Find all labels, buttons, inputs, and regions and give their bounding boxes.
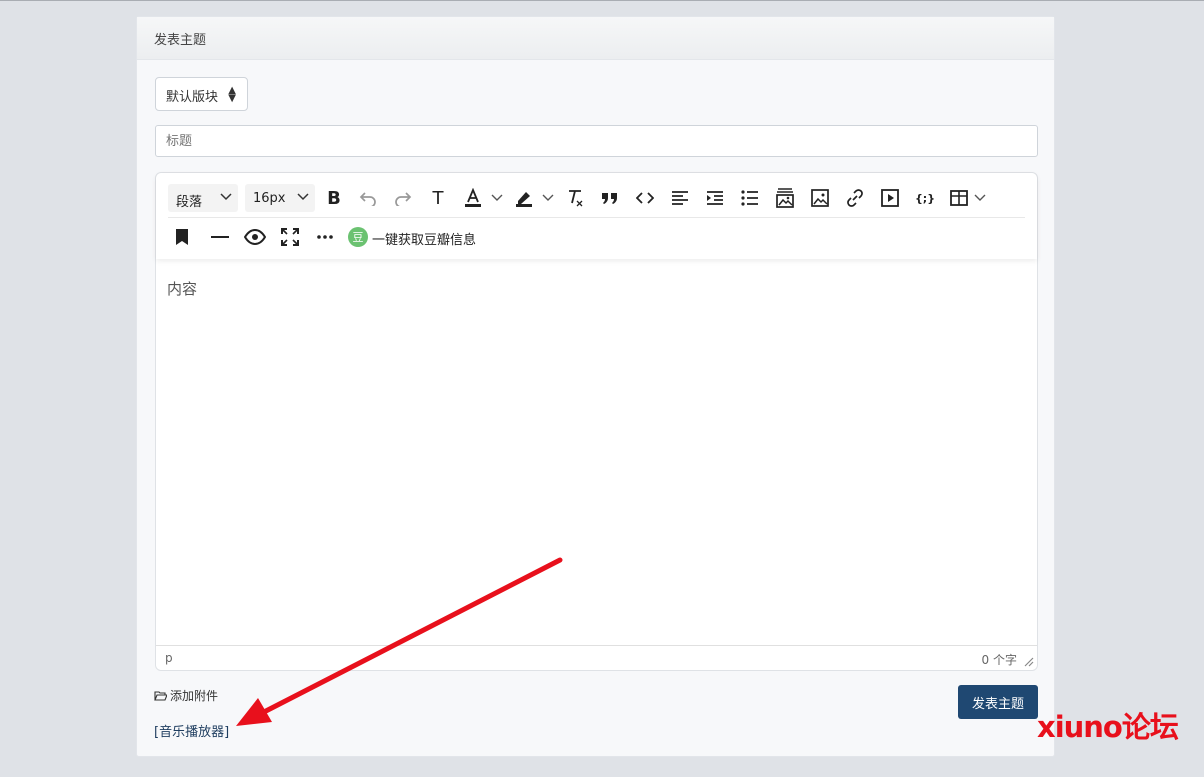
element-path[interactable]: p [165, 651, 173, 665]
douban-icon[interactable]: 豆 [348, 227, 368, 247]
preview-icon[interactable] [243, 226, 267, 248]
fullscreen-icon[interactable] [279, 226, 301, 248]
submit-button[interactable]: 发表主题 [958, 685, 1038, 719]
post-card: 发表主题 默认版块 ▲▼ 段落 16px B T [136, 16, 1055, 757]
align-left-icon[interactable] [669, 187, 691, 209]
card-header: 发表主题 [137, 17, 1054, 60]
horizontal-rule-icon[interactable] [209, 226, 231, 248]
link-icon[interactable] [844, 187, 866, 209]
add-attachment-link[interactable]: 添加附件 [154, 687, 218, 704]
chevron-down-icon [297, 193, 309, 201]
title-input[interactable] [155, 125, 1038, 157]
quote-icon[interactable] [599, 187, 621, 209]
chevron-down-icon[interactable] [542, 194, 554, 202]
table-icon[interactable] [948, 187, 970, 209]
forum-select[interactable]: 默认版块 ▲ ▼ [155, 77, 248, 111]
toolbar-divider [168, 217, 1025, 218]
top-border [0, 0, 1204, 1]
chevron-down-icon[interactable] [974, 194, 986, 202]
word-count[interactable]: 0 个字 [982, 651, 1017, 668]
douban-fetch-button[interactable]: 一键获取豆瓣信息 [372, 229, 476, 248]
image-gallery-icon[interactable] [774, 187, 796, 209]
code-block-icon[interactable]: {;} [913, 187, 937, 209]
rich-text-editor: 段落 16px B T {;} 豆 一键获取豆瓣信息 内容 p 0 个字 [155, 172, 1038, 671]
bookmark-icon[interactable] [175, 226, 189, 248]
editor-toolbar: 段落 16px B T {;} 豆 一键获取豆瓣信息 [156, 173, 1037, 259]
music-player-link[interactable]: [音乐播放器] [154, 721, 229, 740]
chevron-down-icon [220, 193, 232, 201]
video-icon[interactable] [879, 187, 901, 209]
indent-icon[interactable] [704, 187, 726, 209]
watermark-logo: xiuno论坛 [1037, 710, 1179, 744]
code-icon[interactable] [634, 187, 656, 209]
font-color-icon[interactable] [462, 187, 484, 209]
bullet-list-icon[interactable] [739, 187, 761, 209]
folder-open-icon [154, 691, 167, 701]
more-icon[interactable] [314, 226, 336, 248]
paragraph-dropdown-label: 段落 [176, 195, 203, 210]
highlight-icon[interactable] [513, 187, 535, 209]
clear-format-icon[interactable] [564, 187, 586, 209]
paragraph-dropdown[interactable]: 段落 [168, 184, 238, 212]
editor-statusbar: p 0 个字 [156, 645, 1037, 670]
undo-icon[interactable] [357, 187, 379, 209]
image-icon[interactable] [809, 187, 831, 209]
bold-icon[interactable]: B [324, 187, 344, 209]
chevron-down-icon[interactable] [491, 194, 503, 202]
editor-content-placeholder[interactable]: 内容 [167, 278, 197, 299]
resize-handle-icon[interactable] [1024, 657, 1034, 667]
select-caret-icon: ▲ ▼ [228, 85, 236, 104]
redo-icon[interactable] [392, 187, 414, 209]
fontsize-dropdown[interactable]: 16px [245, 184, 315, 212]
text-style-icon[interactable]: T [427, 187, 449, 209]
fontsize-dropdown-label: 16px [253, 191, 286, 206]
add-attachment-label: 添加附件 [170, 689, 219, 703]
forum-select-value: 默认版块 [166, 90, 219, 105]
